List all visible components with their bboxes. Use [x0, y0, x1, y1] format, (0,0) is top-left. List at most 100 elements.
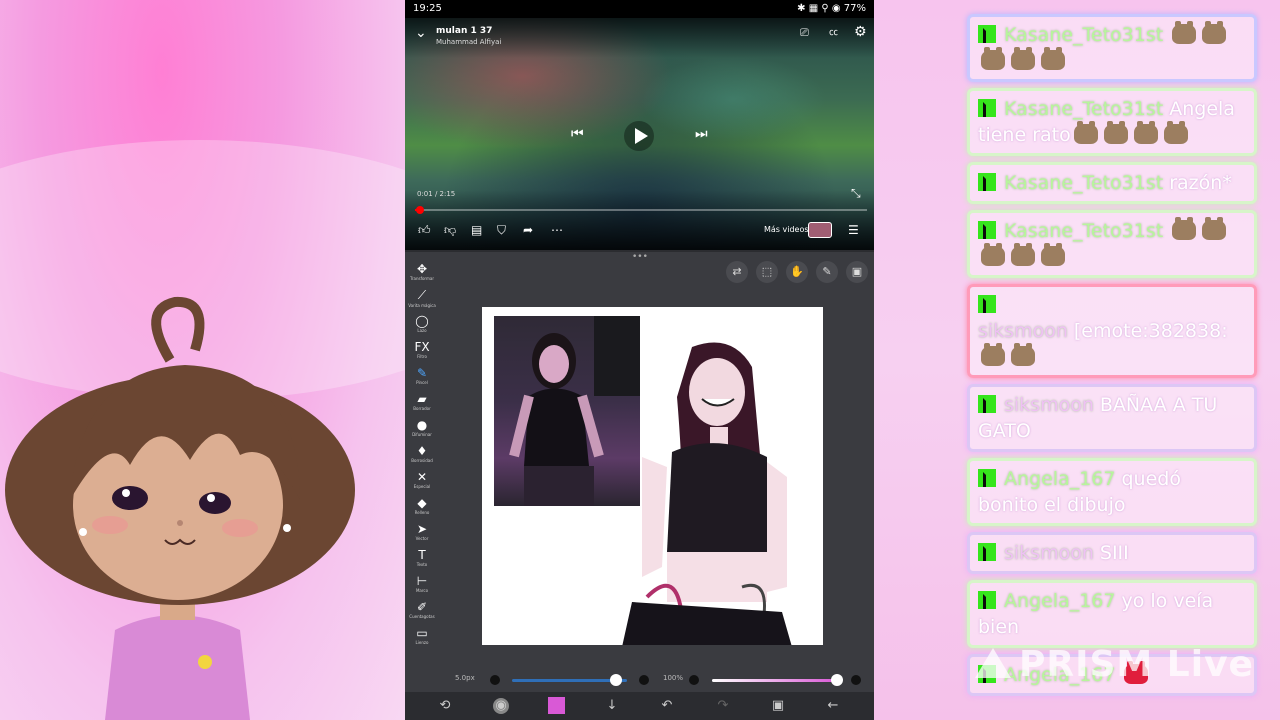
app-bottom-bar: ⟲ ◉ ↓ ↶ ↷ ▣ ← [405, 692, 874, 720]
redo-icon[interactable]: ↷ [715, 698, 731, 714]
video-player[interactable]: ⌄ mulan 1 37 Muhammad Alfiyai ⎚ ㏄ ⚙ ⏮ ⏭ … [405, 18, 874, 250]
brush-sliders: 5.0px 100% [405, 670, 874, 690]
cast-icon[interactable]: ⎚ [800, 26, 809, 40]
emote-icon [1011, 343, 1035, 366]
tool-label: Lazo [417, 328, 427, 333]
tool-lienzo[interactable]: ▭ Lienzo [407, 626, 437, 652]
tool-icon: ⟋ [417, 288, 427, 302]
swap-icon[interactable]: ⇄ [726, 261, 748, 283]
exit-fullscreen-icon[interactable]: ⤡ [851, 186, 861, 200]
brush-size-decrease[interactable] [490, 675, 500, 685]
image-icon[interactable]: ▣ [846, 261, 868, 283]
back-arrow-icon[interactable]: ← [825, 698, 841, 714]
playlist-icon[interactable]: ☰ [848, 223, 859, 237]
opacity-increase[interactable] [851, 675, 861, 685]
video-progress-bar[interactable] [415, 206, 867, 214]
tool-icon: ◆ [417, 496, 427, 510]
emote-icon [1041, 47, 1065, 70]
tool-relleno[interactable]: ◆ Relleno [407, 496, 437, 522]
emote-icon [981, 47, 1005, 70]
tool-texto[interactable]: T Texto [407, 548, 437, 574]
tool-pincel[interactable]: ✎ Pincel [407, 366, 437, 392]
tool-marco[interactable]: ⊢ Marco [407, 574, 437, 600]
chat-text: [emote:382838: [1073, 320, 1228, 342]
tool-varita-mágica[interactable]: ⟋ Varita mágica [407, 288, 437, 314]
tool-icon: ◯ [415, 314, 429, 328]
captions-icon[interactable]: ㏄ [829, 26, 838, 40]
brush-size-knob[interactable] [609, 674, 622, 686]
tool-borrosidad[interactable]: ♦ Borrosidad [407, 444, 437, 470]
transform-icon[interactable]: ⟲ [437, 698, 453, 714]
hand-icon[interactable]: ✋ [786, 261, 808, 283]
kick-logo-icon [978, 25, 996, 43]
tool-label: Varita mágica [408, 303, 436, 308]
left-background [0, 0, 405, 720]
share-icon[interactable]: ➦ [523, 223, 533, 237]
status-icons: ✱ ▦ ⚲ ◉ 77% [797, 3, 866, 14]
tool-label: Cuentagotas [409, 614, 435, 619]
tool-lazo[interactable]: ◯ Lazo [407, 314, 437, 340]
more-videos-button[interactable]: Más videos [764, 225, 809, 234]
next-icon[interactable]: ⏭ [695, 127, 708, 141]
kick-logo-icon [978, 395, 996, 413]
tool-label: Pincel [416, 380, 428, 385]
prism-live-watermark: PRISM Live [975, 644, 1254, 685]
undo-icon[interactable]: ↶ [659, 698, 675, 714]
settings-gear-icon[interactable]: ⚙ [854, 25, 867, 39]
emote-icon [1172, 217, 1197, 240]
emote-icon [981, 343, 1005, 366]
tool-label: Filtro [417, 354, 427, 359]
opacity-knob[interactable] [831, 674, 843, 686]
tool-difuminar[interactable]: ● Difuminar [407, 418, 437, 444]
chat-message: Angela_167 yo lo veía bien [967, 580, 1257, 648]
watermark-text: PRISM Live [1019, 644, 1254, 685]
kick-logo-icon [978, 295, 996, 313]
chat-text: razón* [1169, 172, 1232, 194]
pencil-icon[interactable]: ✎ [816, 261, 838, 283]
more-videos-thumbnail[interactable] [808, 222, 832, 238]
drawing-canvas[interactable] [482, 307, 823, 645]
emote-icon [1133, 121, 1158, 144]
color-swatch[interactable] [548, 697, 565, 714]
kick-logo-icon [978, 221, 996, 239]
video-channel: Muhammad Alfiyai [436, 38, 502, 46]
save-icon[interactable]: ⛉ [497, 223, 506, 237]
tool-filtro[interactable]: FX Filtro [407, 340, 437, 366]
comment-icon[interactable]: ▤ [471, 223, 482, 237]
dislike-icon[interactable]: 👎︎ [444, 223, 456, 237]
tool-cuentagotas[interactable]: ✐ Cuentagotas [407, 600, 437, 626]
chat-message: Angela_167 quedó bonito el dibujo [967, 458, 1257, 526]
more-icon[interactable]: ⋯ [551, 223, 563, 237]
tool-icon: ⊢ [416, 574, 428, 588]
collapse-chevron-icon[interactable]: ⌄ [415, 26, 427, 40]
tool-icon: ✕ [416, 470, 428, 484]
tool-label: Texto [416, 562, 428, 567]
tool-transformar[interactable]: ✥ Transformar [407, 262, 437, 288]
brush-size-increase[interactable] [639, 675, 649, 685]
like-icon[interactable]: 👍︎ [418, 223, 431, 237]
progress-knob[interactable] [415, 206, 424, 214]
opacity-slider[interactable] [712, 679, 837, 682]
tool-especial[interactable]: ✕ Especial [407, 470, 437, 496]
chat-message: Kasane_Teto31st Angela tiene rato [967, 88, 1257, 156]
kick-logo-icon [978, 173, 996, 191]
reference-photo [494, 316, 640, 506]
play-button[interactable] [624, 121, 654, 151]
tool-vector[interactable]: ➤ Vector [407, 522, 437, 548]
previous-icon[interactable]: ⏮ [571, 127, 584, 141]
tool-borrador[interactable]: ▰ Borrador [407, 392, 437, 418]
vtuber-avatar [5, 296, 355, 720]
download-icon[interactable]: ↓ [604, 698, 620, 714]
chat-username: Angela_167 [1004, 468, 1116, 490]
opacity-decrease[interactable] [689, 675, 699, 685]
chat-username: Kasane_Teto31st [1004, 24, 1164, 46]
layers-icon[interactable]: ▣ [770, 698, 786, 714]
selection-icon[interactable]: ⬚ [756, 261, 778, 283]
tool-label: Especial [413, 484, 431, 489]
tool-icon: ▭ [416, 626, 428, 640]
tool-icon: ✥ [416, 262, 428, 276]
emote-icon [981, 243, 1005, 266]
split-handle[interactable]: ••• [632, 252, 648, 262]
tool-icon: ➤ [416, 522, 428, 536]
brush-preview-icon[interactable]: ◉ [493, 698, 509, 714]
